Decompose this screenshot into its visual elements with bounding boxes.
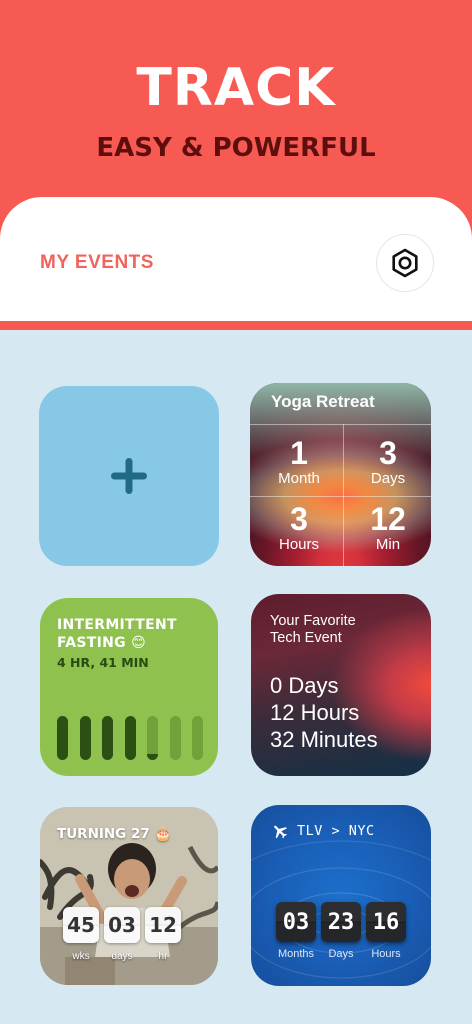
progress-bar-segment [147, 716, 158, 760]
progress-bar-segment [169, 716, 181, 760]
event-title: Yoga Retreat [271, 392, 375, 411]
event-title: Your Favorite Tech Event [270, 613, 356, 646]
countdown-weeks: 45 [63, 907, 99, 943]
event-card-tech-event[interactable]: Your Favorite Tech Event 0 Days 12 Hours… [251, 594, 431, 776]
progress-bar-segment [79, 716, 91, 760]
progress-bar-segment [124, 716, 136, 760]
countdown-hours: 12 [145, 907, 181, 943]
plus-icon [111, 458, 147, 494]
countdown-minutes: 32 Minutes [270, 727, 378, 752]
countdown-hours: 3 Hours [278, 501, 319, 553]
settings-button[interactable] [376, 234, 434, 292]
unit-label: hr [158, 951, 168, 962]
fasting-progress-bars [57, 716, 203, 760]
unit-label: days [111, 951, 133, 962]
progress-bar-segment [102, 716, 113, 760]
unit-label: wks [72, 951, 90, 962]
gear-icon [392, 248, 418, 278]
countdown-hours: 12 Hours [270, 700, 360, 725]
elapsed-time: 4 HR, 41 MIN [57, 655, 149, 670]
events-header: MY EVENTS [0, 197, 472, 321]
unit-label: Days [328, 948, 354, 960]
countdown-hours: 16 [366, 902, 406, 942]
hero-subtitle: EASY & POWERFUL [96, 133, 376, 163]
countdown-minutes: 12 Min [370, 501, 406, 553]
countdown-days: 23 [321, 902, 361, 942]
divider [250, 424, 431, 425]
airplane-icon [274, 825, 287, 839]
event-card-birthday[interactable]: TURNING 27 🎂 45 03 12 wks days hr [40, 807, 218, 985]
countdown-days: 03 [104, 907, 140, 943]
countdown-months: 03 [276, 902, 316, 942]
countdown-days: 0 Days [270, 673, 339, 698]
add-event-card[interactable] [39, 386, 219, 566]
event-title: INTERMITTENT FASTING 😊 [57, 617, 177, 651]
event-card-yoga-retreat[interactable]: Yoga Retreat 1 Month 3 Days 3 Hours 12 M… [250, 383, 431, 566]
event-card-intermittent-fasting[interactable]: INTERMITTENT FASTING 😊 4 HR, 41 MIN [40, 598, 218, 776]
page-title: MY EVENTS [40, 252, 154, 273]
progress-bar-segment [57, 716, 68, 760]
divider [250, 496, 431, 497]
unit-label: Hours [371, 948, 401, 960]
countdown-months: 1 Month [278, 435, 320, 487]
flight-route: TLV > NYC [297, 823, 375, 839]
event-title: TURNING 27 🎂 [57, 826, 172, 842]
hero-title: TRACK [136, 58, 336, 118]
countdown-days: 3 Days [370, 435, 406, 487]
event-card-flight[interactable]: TLV > NYC 03 23 16 Months Days Hours [251, 805, 431, 986]
progress-bar-segment [192, 716, 203, 760]
unit-label: Months [277, 948, 315, 960]
